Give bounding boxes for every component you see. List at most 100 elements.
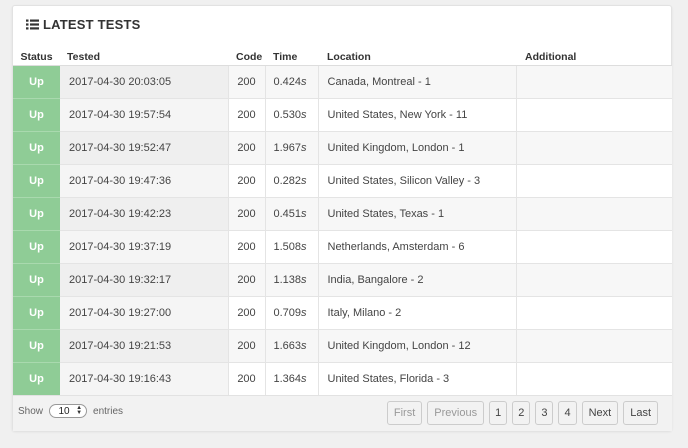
- time-value: 0.282: [273, 174, 302, 187]
- location-cell: Italy, Milano - 2: [318, 296, 517, 330]
- table-row: Up 2017-04-30 19:47:36 200 0.282s United Sta…: [13, 164, 672, 198]
- next-page-button[interactable]: Next: [581, 401, 619, 425]
- time-cell: 1.663s: [265, 329, 319, 363]
- header-code[interactable]: Code: [228, 46, 265, 66]
- first-page-button[interactable]: First: [386, 401, 423, 425]
- time-value: 1.364: [273, 372, 302, 385]
- location-cell: Canada, Montreal - 1: [318, 65, 517, 99]
- entries-label: entries: [93, 405, 124, 417]
- tested-cell: 2017-04-30 19:47:36: [60, 164, 229, 198]
- time-cell: 0.424s: [265, 65, 319, 99]
- panel-title: LATEST TESTS: [43, 16, 141, 32]
- time-value: 1.663: [273, 339, 302, 352]
- time-cell: 1.138s: [265, 263, 319, 297]
- time-value: 1.508: [273, 240, 302, 253]
- tested-cell: 2017-04-30 19:32:17: [60, 263, 229, 297]
- show-label: Show: [18, 405, 44, 417]
- page-button-4[interactable]: 4: [558, 401, 577, 425]
- last-page-button[interactable]: Last: [623, 401, 658, 425]
- additional-cell: [516, 230, 672, 264]
- additional-cell: [516, 263, 672, 297]
- header-additional[interactable]: Additional: [516, 46, 672, 66]
- status-badge: Up: [13, 296, 60, 330]
- code-cell: 200: [228, 230, 266, 264]
- time-cell: 1.967s: [265, 131, 319, 165]
- time-unit: s: [301, 372, 307, 385]
- header-status[interactable]: Status: [13, 46, 60, 66]
- pagination: First Previous 1 2 3 4 Next Last: [382, 401, 658, 425]
- header-tested[interactable]: Tested: [60, 46, 228, 66]
- time-cell: 0.451s: [265, 197, 319, 231]
- table-footer: Show 10 ▲ ▼ entries First Previous 1 2 3 …: [13, 395, 672, 431]
- panel-heading: LATEST TESTS: [13, 6, 671, 42]
- time-unit: s: [301, 306, 307, 319]
- time-value: 0.530: [273, 108, 302, 121]
- time-cell: 1.364s: [265, 362, 319, 396]
- time-unit: s: [301, 141, 307, 154]
- code-cell: 200: [228, 164, 266, 198]
- table-row: Up 2017-04-30 19:57:54 200 0.530s United Sta…: [13, 98, 672, 132]
- tested-cell: 2017-04-30 19:16:43: [60, 362, 229, 396]
- status-badge: Up: [13, 98, 60, 132]
- tested-cell: 2017-04-30 19:52:47: [60, 131, 229, 165]
- code-cell: 200: [228, 362, 266, 396]
- code-cell: 200: [228, 98, 266, 132]
- location-cell: United Kingdom, London - 12: [318, 329, 517, 363]
- table-row: Up 2017-04-30 19:32:17 200 1.138s India, Ban…: [13, 263, 672, 297]
- additional-cell: [516, 296, 672, 330]
- time-unit: s: [301, 75, 307, 88]
- status-badge: Up: [13, 263, 60, 297]
- additional-cell: [516, 65, 672, 99]
- table-row: Up 2017-04-30 19:21:53 200 1.663s United Kin…: [13, 329, 672, 363]
- time-value: 0.709: [273, 306, 302, 319]
- table-row: Up 2017-04-30 19:52:47 200 1.967s United Kin…: [13, 131, 672, 165]
- time-value: 1.138: [273, 273, 302, 286]
- code-cell: 200: [228, 296, 266, 330]
- code-cell: 200: [228, 197, 266, 231]
- tested-cell: 2017-04-30 19:27:00: [60, 296, 229, 330]
- status-badge: Up: [13, 131, 60, 165]
- table-row: Up 2017-04-30 19:37:19 200 1.508s Netherland…: [13, 230, 672, 264]
- time-cell: 0.530s: [265, 98, 319, 132]
- entries-value: 10: [58, 405, 70, 417]
- time-value: 1.967: [273, 141, 302, 154]
- header-time[interactable]: Time: [265, 46, 318, 66]
- time-value: 0.451: [273, 207, 302, 220]
- additional-cell: [516, 98, 672, 132]
- time-cell: 1.508s: [265, 230, 319, 264]
- location-cell: United States, Texas - 1: [318, 197, 517, 231]
- time-unit: s: [301, 108, 307, 121]
- location-cell: United Kingdom, London - 1: [318, 131, 517, 165]
- time-value: 0.424: [273, 75, 302, 88]
- status-badge: Up: [13, 197, 60, 231]
- status-badge: Up: [13, 362, 60, 396]
- select-arrows-icon: ▲ ▼: [76, 405, 83, 416]
- time-cell: 0.709s: [265, 296, 319, 330]
- page-button-1[interactable]: 1: [489, 401, 508, 425]
- tested-cell: 2017-04-30 19:37:19: [60, 230, 229, 264]
- table-row: Up 2017-04-30 19:27:00 200 0.709s Italy, Mil…: [13, 296, 672, 330]
- time-unit: s: [301, 240, 307, 253]
- code-cell: 200: [228, 329, 266, 363]
- time-unit: s: [301, 174, 307, 187]
- table-header-row: Status Tested Code Time Location Additio…: [13, 46, 672, 66]
- previous-page-button[interactable]: Previous: [427, 401, 485, 425]
- code-cell: 200: [228, 65, 266, 99]
- table-row: Up 2017-04-30 19:16:43 200 1.364s United Sta…: [13, 362, 672, 396]
- table-row: Up 2017-04-30 19:42:23 200 0.451s United Sta…: [13, 197, 672, 231]
- status-badge: Up: [13, 230, 60, 264]
- tested-cell: 2017-04-30 19:21:53: [60, 329, 229, 363]
- header-location[interactable]: Location: [318, 46, 516, 66]
- time-unit: s: [301, 207, 307, 220]
- tested-cell: 2017-04-30 20:03:05: [60, 65, 229, 99]
- location-cell: United States, Florida - 3: [318, 362, 517, 396]
- list-icon: [26, 19, 39, 30]
- entries-select[interactable]: 10 ▲ ▼: [49, 404, 88, 418]
- show-entries: Show 10 ▲ ▼ entries: [18, 404, 123, 418]
- code-cell: 200: [228, 131, 266, 165]
- additional-cell: [516, 164, 672, 198]
- location-cell: United States, Silicon Valley - 3: [318, 164, 517, 198]
- page-button-2[interactable]: 2: [512, 401, 531, 425]
- additional-cell: [516, 329, 672, 363]
- page-button-3[interactable]: 3: [535, 401, 554, 425]
